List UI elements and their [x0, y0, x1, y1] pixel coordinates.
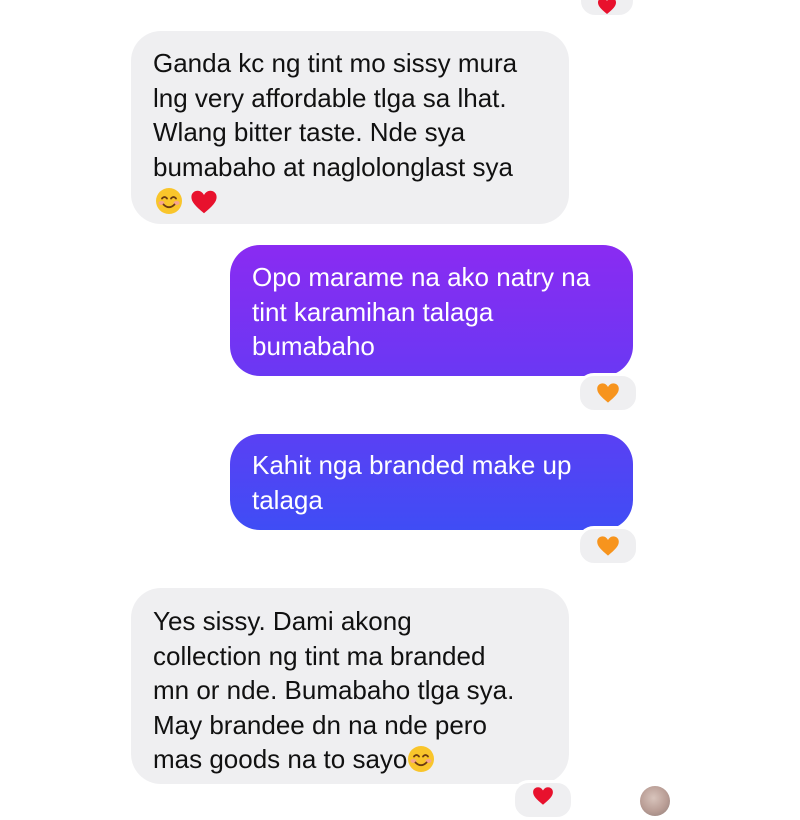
- red-heart-icon: [532, 786, 554, 806]
- seen-avatar: [640, 786, 670, 816]
- message-line: Wlang bitter taste. Nde sya: [153, 117, 466, 147]
- message-line: bumabaho at naglolonglast sya: [153, 151, 513, 182]
- red-heart-icon: [190, 189, 218, 224]
- message-line: Ganda kc ng tint mo sissy mura: [153, 48, 518, 78]
- message-line-with-emoji: mas goods na to sayo: [153, 742, 547, 782]
- reaction-badge-top[interactable]: [578, 0, 636, 18]
- reaction-badge[interactable]: [577, 526, 639, 566]
- message-bubble-incoming[interactable]: Ganda kc ng tint mo sissy mura lng very …: [131, 31, 569, 224]
- message-bubble-incoming[interactable]: Yes sissy. Dami akong collection ng tint…: [131, 588, 569, 784]
- message-line: mn or nde. Bumabaho tlga sya.: [153, 675, 515, 705]
- message-line: lng very affordable tlga sa lhat.: [153, 82, 507, 113]
- message-line: talaga: [252, 484, 323, 515]
- message-bubble-outgoing[interactable]: Opo marame na ako natry na tint karamiha…: [230, 245, 633, 376]
- red-heart-icon: [597, 0, 617, 15]
- message-line: bumabaho: [252, 331, 375, 361]
- message-bubble-outgoing[interactable]: Kahit nga branded make up talaga: [230, 434, 633, 530]
- message-line: tint karamihan talaga: [252, 296, 494, 327]
- orange-heart-icon: [596, 382, 620, 404]
- reaction-badge-bottom[interactable]: [512, 780, 574, 820]
- orange-heart-icon: [596, 535, 620, 557]
- smiling-face-icon: [155, 187, 183, 224]
- message-line: mas goods na to sayo: [153, 744, 408, 774]
- message-line: Kahit nga branded make up: [252, 450, 572, 480]
- message-line: collection ng tint ma branded: [153, 640, 486, 671]
- reaction-badge[interactable]: [577, 373, 639, 413]
- message-line: Opo marame na ako natry na: [252, 262, 591, 292]
- message-emoji-line: [153, 184, 547, 218]
- message-line: May brandee dn na nde pero: [153, 709, 487, 740]
- smiling-face-icon: [407, 745, 435, 782]
- message-line: Yes sissy. Dami akong: [153, 606, 412, 636]
